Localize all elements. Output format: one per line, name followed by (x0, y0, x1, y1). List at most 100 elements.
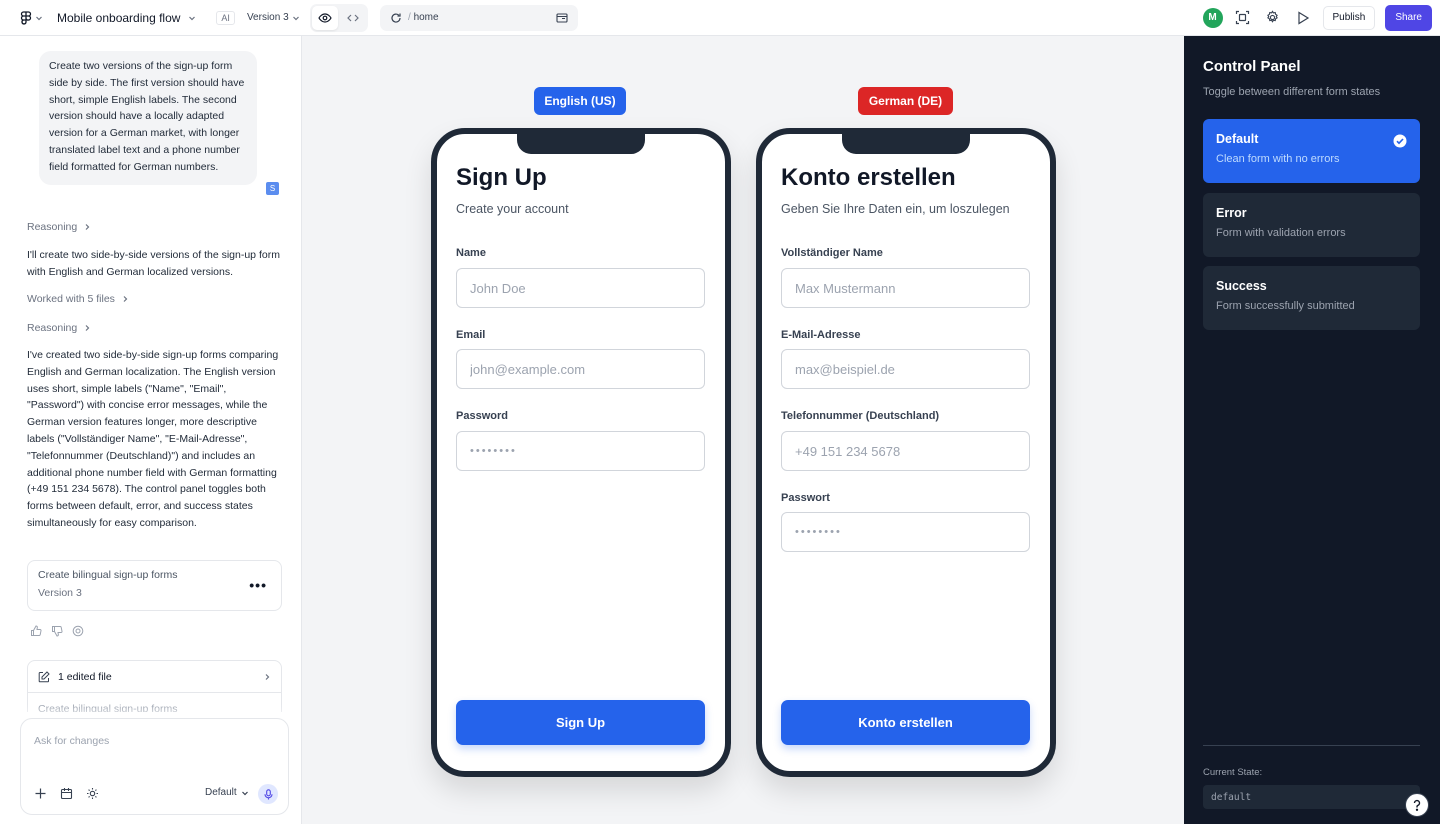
thumbs-up-icon[interactable] (30, 625, 42, 637)
publish-button[interactable]: Publish (1322, 5, 1376, 30)
password-input[interactable] (781, 512, 1030, 552)
password-label: Passwort (781, 492, 830, 504)
email-input[interactable] (456, 349, 705, 389)
chevron-right-icon (265, 673, 270, 680)
question-mark-icon (1413, 799, 1421, 812)
feedback-actions (30, 625, 84, 637)
divider (1203, 745, 1420, 746)
model-label: Default (205, 787, 237, 798)
control-panel-title: Control Panel (1203, 58, 1301, 75)
chat-input-tools (34, 787, 99, 800)
full-name-label: Vollständiger Name (781, 247, 883, 259)
code-icon (347, 14, 359, 21)
url-bar[interactable]: / home (380, 4, 578, 31)
preview-controls: / home (302, 0, 578, 35)
phone-frame-german: Konto erstellen Geben Sie Ihre Daten ein… (756, 128, 1056, 777)
ai-badge: AI (216, 10, 235, 25)
url-text: / home (408, 12, 439, 23)
user-message-tag: S (266, 182, 279, 195)
refresh-icon[interactable] (390, 12, 402, 24)
language-badge-english: English (US) (534, 87, 626, 115)
email-input[interactable] (781, 349, 1030, 389)
microphone-icon (263, 788, 273, 799)
gear-icon (1267, 10, 1278, 23)
select-element-icon (1235, 10, 1250, 25)
chevron-right-icon (85, 325, 90, 331)
project-title[interactable]: Mobile onboarding flow (57, 11, 180, 25)
state-option-error[interactable]: Error Form with validation errors (1203, 193, 1420, 257)
state-option-success[interactable]: Success Form successfully submitted (1203, 266, 1420, 330)
preview-mode-button[interactable] (312, 5, 338, 30)
microphone-button[interactable] (258, 784, 278, 804)
create-account-button[interactable]: Konto erstellen (781, 700, 1030, 745)
phone-notch (842, 128, 970, 154)
reasoning-toggle[interactable]: Reasoning (27, 221, 91, 233)
version-card-title: Create bilingual sign-up forms (38, 569, 178, 581)
open-new-window-icon[interactable] (556, 12, 568, 24)
edited-files-label: 1 edited file (58, 670, 112, 683)
preview-canvas: English (US) Sign Up Create your account… (302, 36, 1184, 824)
current-state-label: Current State: (1203, 767, 1263, 778)
settings-button[interactable] (1263, 8, 1283, 28)
reasoning-toggle[interactable]: Reasoning (27, 322, 91, 334)
assistant-message: I've created two side-by-side sign-up fo… (27, 349, 279, 529)
email-label: Email (456, 329, 486, 341)
password-input[interactable] (456, 431, 705, 471)
version-card[interactable]: Create bilingual sign-up forms Version 3… (27, 560, 282, 611)
full-name-input[interactable] (781, 268, 1030, 308)
edited-files-row[interactable]: 1 edited file (28, 661, 281, 693)
chevron-down-icon (36, 16, 42, 20)
more-options-icon[interactable]: ••• (249, 577, 267, 593)
edited-files-card[interactable]: 1 edited file Create bilingual sign-up f… (27, 660, 282, 712)
top-bar: Mobile onboarding flow AI Version 3 / ho… (0, 0, 1440, 36)
name-input[interactable] (456, 268, 705, 308)
phone-label: Telefonnummer (Deutschland) (781, 410, 940, 422)
check-circle-icon (1393, 134, 1407, 148)
state-description: Form with validation errors (1216, 227, 1346, 239)
inspect-button[interactable] (1233, 8, 1253, 28)
control-panel-subtitle: Toggle between different form states (1203, 86, 1381, 98)
chevron-down-icon[interactable] (188, 14, 196, 22)
form-subtitle: Geben Sie Ihre Daten ein, um loszulegen (781, 202, 1010, 216)
help-button[interactable] (1405, 793, 1429, 817)
sparkle-icon[interactable] (86, 787, 99, 800)
language-badge-german: German (DE) (858, 87, 953, 115)
app-menu-button[interactable] (20, 10, 43, 25)
current-state-value: default (1203, 785, 1420, 809)
version-label: Version 3 (246, 12, 289, 23)
share-button[interactable]: Share (1385, 4, 1432, 31)
chat-input-placeholder[interactable]: Ask for changes (34, 735, 109, 747)
state-option-default[interactable]: Default Clean form with no errors (1203, 119, 1420, 183)
chat-history[interactable]: Create two versions of the sign-up form … (0, 36, 302, 712)
version-dropdown[interactable]: Version 3 (247, 12, 300, 23)
chevron-down-icon (292, 16, 299, 20)
chevron-right-icon (85, 224, 90, 230)
plus-icon[interactable] (34, 787, 47, 800)
thumbs-down-icon[interactable] (51, 625, 63, 637)
user-message: Create two versions of the sign-up form … (39, 51, 257, 185)
state-description: Form successfully submitted (1216, 300, 1355, 312)
chat-input-box[interactable]: Ask for changes Default (20, 718, 289, 815)
code-mode-button[interactable] (340, 6, 366, 30)
chevron-down-icon (241, 791, 248, 795)
view-toggle (310, 3, 368, 32)
calendar-icon[interactable] (60, 787, 73, 800)
user-avatar[interactable]: M (1202, 7, 1223, 28)
password-label: Password (456, 410, 508, 422)
worked-files-toggle[interactable]: Worked with 5 files (27, 293, 129, 305)
version-card-version: Version 3 (38, 587, 82, 599)
state-description: Clean form with no errors (1216, 153, 1340, 165)
email-label: E-Mail-Adresse (781, 329, 861, 341)
phone-input[interactable] (781, 431, 1030, 471)
state-name: Default (1216, 132, 1259, 146)
sign-up-button[interactable]: Sign Up (456, 700, 705, 745)
figma-logo-icon (20, 10, 32, 25)
copy-icon[interactable] (72, 625, 84, 637)
play-button[interactable] (1293, 8, 1313, 28)
topbar-actions: M Publish Share (1202, 4, 1440, 31)
edited-file-title: Create bilingual sign-up forms (38, 703, 178, 712)
control-panel: Control Panel Toggle between different f… (1184, 36, 1440, 824)
chevron-right-icon (123, 296, 128, 302)
state-name: Error (1216, 206, 1247, 220)
model-selector[interactable]: Default (205, 787, 249, 798)
